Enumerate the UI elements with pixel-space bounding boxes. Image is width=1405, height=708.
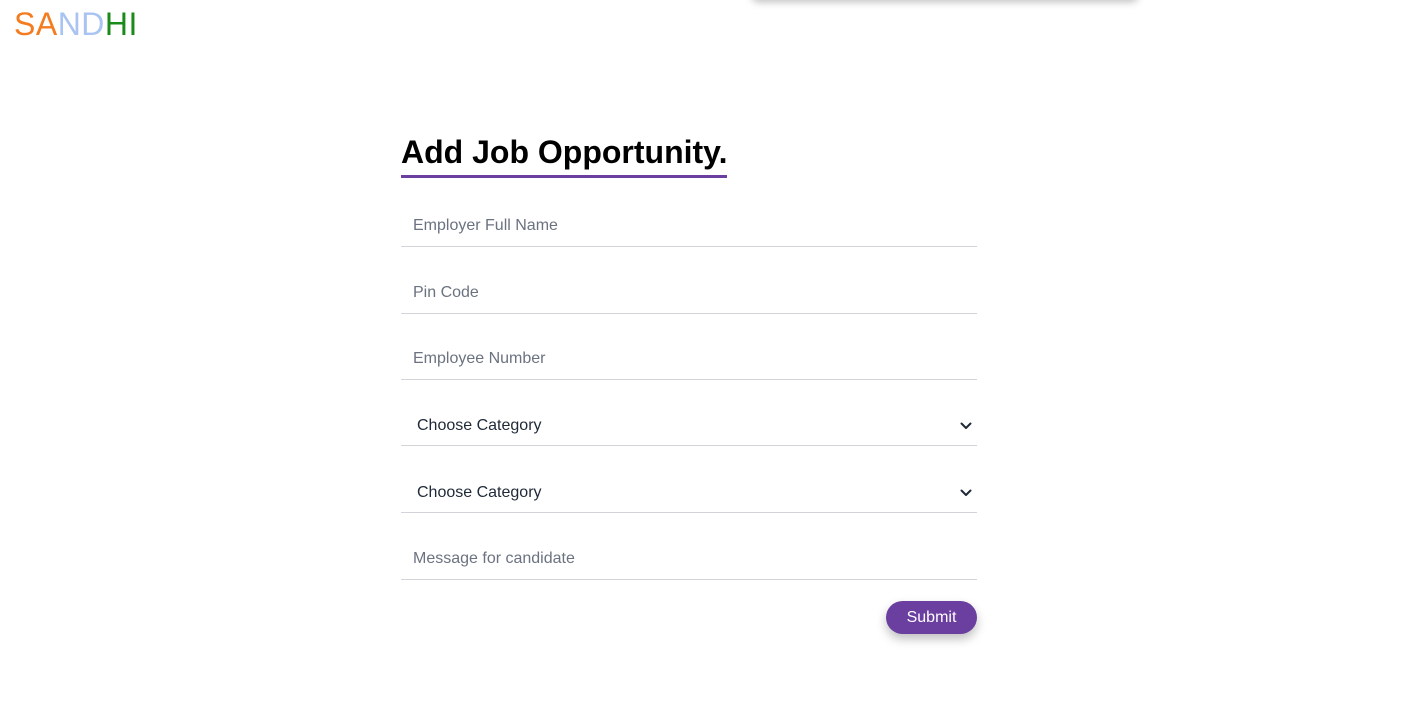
- message-input[interactable]: [401, 539, 977, 579]
- logo-letter-a: A: [35, 6, 58, 42]
- employee-number-input[interactable]: [401, 339, 977, 379]
- category-select-2-value: Choose Category: [417, 483, 542, 501]
- logo-letter-n: N: [57, 6, 82, 42]
- add-job-form: Add Job Opportunity. Choose Category Cho…: [401, 132, 977, 634]
- brand-logo[interactable]: SANDHI: [14, 4, 138, 44]
- logo-letter-s: S: [14, 6, 36, 42]
- employer-name-field-wrapper: [401, 206, 977, 247]
- employer-name-input[interactable]: [401, 206, 977, 246]
- pin-code-field-wrapper: [401, 273, 977, 314]
- message-field-wrapper: [401, 539, 977, 580]
- pin-code-input[interactable]: [401, 273, 977, 313]
- logo-letter-h: H: [104, 6, 129, 42]
- submit-button[interactable]: Submit: [886, 601, 977, 634]
- employee-number-field-wrapper: [401, 339, 977, 380]
- page-title: Add Job Opportunity.: [401, 132, 728, 178]
- logo-letter-d: D: [81, 6, 105, 42]
- logo-letter-i: I: [128, 6, 138, 42]
- category-select-2[interactable]: Choose Category: [401, 473, 977, 513]
- category-select-1[interactable]: Choose Category: [401, 406, 977, 446]
- chevron-down-icon: [959, 419, 973, 433]
- chevron-down-icon: [959, 486, 973, 500]
- category-select-1-value: Choose Category: [417, 416, 542, 434]
